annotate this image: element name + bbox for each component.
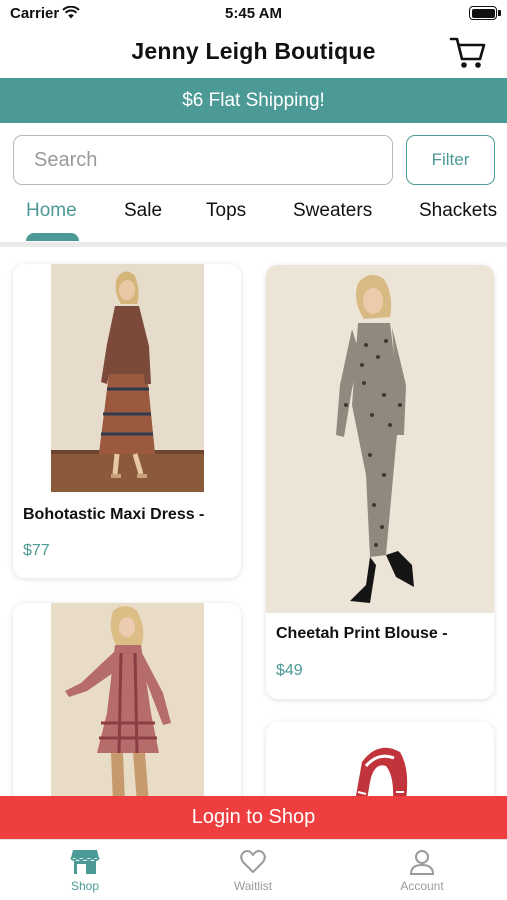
search-placeholder: Search	[34, 148, 98, 171]
store-icon	[70, 850, 100, 874]
tab-sweaters[interactable]: Sweaters	[293, 200, 372, 222]
battery-cap	[498, 10, 501, 16]
product-image-2	[266, 265, 494, 613]
status-time: 5:45 AM	[225, 5, 282, 22]
login-label: Login to Shop	[191, 806, 316, 828]
product-title-2: Cheetah Print Blouse -	[276, 625, 448, 642]
battery-icon	[469, 6, 497, 20]
product-card-1[interactable]: Bohotastic Maxi Dress - $77	[13, 264, 241, 578]
person-icon	[409, 850, 435, 875]
tab-bar-shop-label: Shop	[70, 879, 100, 893]
product-card-2[interactable]: Cheetah Print Blouse - $49	[266, 265, 494, 699]
status-bar: Carrier 5:45 AM	[0, 0, 507, 28]
search-row: Search Filter	[13, 135, 495, 185]
nav-bar: Jenny Leigh Boutique	[0, 28, 507, 78]
login-to-shop-button[interactable]: Login to Shop	[0, 796, 507, 839]
promo-text: $6 Flat Shipping!	[182, 89, 325, 111]
product-price-2: $49	[276, 662, 303, 679]
promo-banner: $6 Flat Shipping!	[0, 78, 507, 123]
search-input[interactable]: Search	[13, 135, 393, 185]
tab-indicator	[26, 233, 79, 241]
tab-bar-account[interactable]: Account	[382, 848, 462, 893]
cart-icon[interactable]	[449, 34, 487, 70]
product-price-1: $77	[23, 542, 50, 559]
category-tabs: Home Sale Tops Sweaters Shackets	[0, 190, 507, 242]
product-image-1	[51, 264, 204, 492]
tab-bar-waitlist[interactable]: Waitlist	[213, 848, 293, 893]
tab-bar-waitlist-label: Waitlist	[233, 879, 273, 893]
tab-shackets[interactable]: Shackets	[419, 200, 497, 222]
tab-bar-shop[interactable]: Shop	[45, 848, 125, 893]
tab-sale[interactable]: Sale	[124, 200, 162, 222]
product-title-1: Bohotastic Maxi Dress -	[23, 506, 205, 523]
app-title: Jenny Leigh Boutique	[131, 38, 376, 64]
tabs-divider	[0, 242, 507, 247]
filter-label: Filter	[431, 150, 470, 169]
tab-bar-account-label: Account	[400, 879, 444, 893]
tab-home[interactable]: Home	[26, 200, 77, 222]
bottom-tab-bar: Shop Waitlist Account	[0, 839, 507, 900]
heart-icon	[240, 850, 266, 873]
tab-tops[interactable]: Tops	[206, 200, 246, 222]
filter-button[interactable]: Filter	[406, 135, 495, 185]
